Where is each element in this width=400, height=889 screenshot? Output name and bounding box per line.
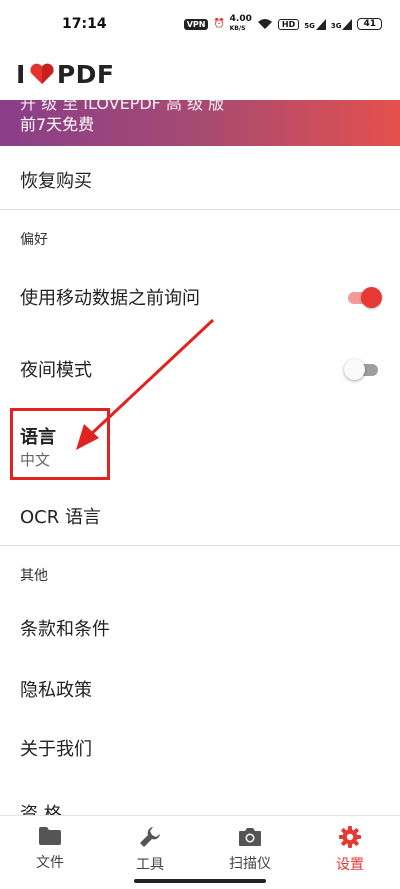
section-other-header: 其他 [20,568,48,584]
nav-settings[interactable]: 设置 [300,816,400,889]
section-preferences-header: 偏好 [20,232,48,248]
nav-scanner-label: 扫描仪 [229,856,271,872]
terms-item[interactable]: 条款和条件 [0,600,400,656]
nav-settings-label: 设置 [336,857,364,873]
privacy-label: 隐私政策 [20,680,92,701]
network-speed-value: 4.00 [229,14,252,24]
restore-purchase-label: 恢复购买 [20,171,92,192]
vpn-badge: VPN [183,18,209,30]
nav-files[interactable]: 文件 [0,816,100,889]
status-icons: VPN ⏰ 4.00 KB/S HD 5G 3G 41 [183,15,382,33]
ask-mobile-data-item[interactable]: 使用移动数据之前询问 [0,268,400,326]
gear-icon [339,826,361,848]
ask-mobile-data-toggle[interactable] [346,287,382,308]
signal-5g-label: 5G [304,21,315,30]
ocr-language-item[interactable]: OCR 语言 [0,488,400,544]
divider [0,545,400,546]
promo-subtitle: 前7天免费 [20,115,95,134]
toggle-thumb [344,359,365,380]
signal-3g-icon: 3G [330,18,353,30]
app-logo: I PDF [16,60,114,89]
battery-icon: 41 [357,18,382,30]
premium-promo-banner[interactable]: 开 级 至 ILOVEPDF 高 级 版 前7天免费 [0,100,400,146]
night-mode-label: 夜间模式 [20,360,92,381]
partial-item-label: 资 格 [20,804,62,816]
heart-icon [30,63,54,84]
nav-files-label: 文件 [36,855,64,871]
signal-3g-label: 3G [330,21,342,30]
divider [0,209,400,210]
ask-mobile-data-label: 使用移动数据之前询问 [20,288,200,309]
network-speed: 4.00 KB/S [230,15,252,33]
partial-item[interactable]: 资 格 [0,790,400,816]
ocr-language-label: OCR 语言 [20,507,101,528]
status-time: 17:14 [62,16,107,32]
signal-bars-icon [315,18,326,30]
privacy-item[interactable]: 隐私政策 [0,661,400,717]
logo-letter-i: I [16,59,26,89]
toggle-thumb [361,287,382,308]
night-mode-item[interactable]: 夜间模式 [0,340,400,398]
alarm-icon: ⏰ [213,19,225,29]
nav-tools-label: 工具 [136,857,164,873]
logo-text-pdf: PDF [56,59,115,89]
about-label: 关于我们 [20,739,92,760]
wrench-icon [140,827,160,847]
network-speed-unit: KB/S [229,25,246,32]
signal-bars-icon-2 [342,18,353,30]
app-header: I PDF [0,48,400,100]
night-mode-toggle[interactable] [344,359,380,380]
folder-icon [39,827,61,845]
bottom-navigation: 文件 工具 扫描仪 设置 [0,815,400,889]
about-item[interactable]: 关于我们 [0,720,400,776]
restore-purchase-item[interactable]: 恢复购买 [0,150,400,210]
annotation-highlight-box [10,408,110,480]
terms-label: 条款和条件 [20,619,110,640]
wifi-icon [257,19,272,29]
camera-icon [239,828,261,846]
hd-badge: HD [277,18,300,30]
signal-5g-icon: 5G [304,18,326,30]
status-bar: 17:14 VPN ⏰ 4.00 KB/S HD 5G 3G 41 [0,0,400,48]
home-indicator[interactable] [134,879,266,883]
